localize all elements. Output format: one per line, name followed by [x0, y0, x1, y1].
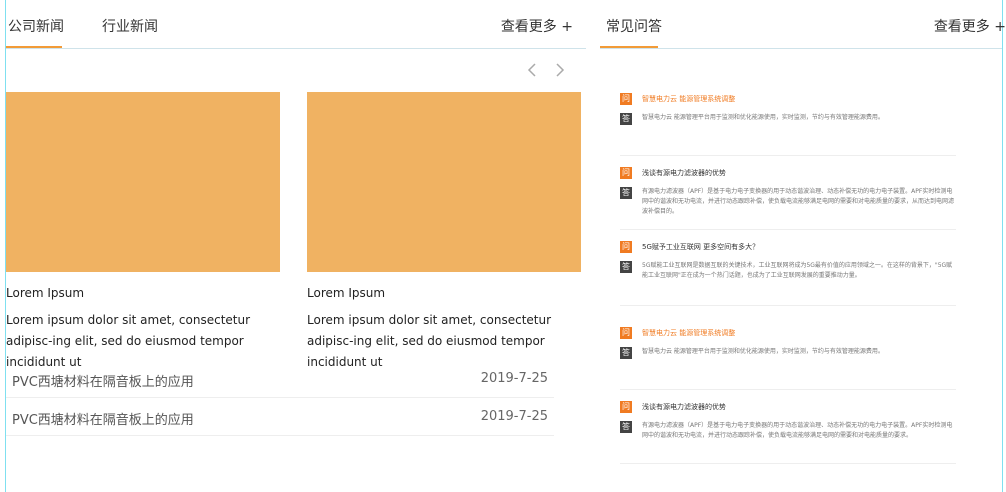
news-card-image[interactable] [6, 92, 280, 272]
active-tab-indicator [6, 46, 62, 48]
faq-answer: 智慧电力云 能源管理平台用于监测和优化能源使用，实时监测，节约与有效管理能源费用… [642, 348, 884, 355]
faq-question-row[interactable]: 问 智慧电力云 能源管理系统调整 [620, 93, 956, 105]
question-badge: 问 [620, 327, 632, 339]
answer-badge: 答 [620, 113, 632, 125]
carousel-controls [524, 62, 574, 80]
tab-company-news[interactable]: 公司新闻 [8, 16, 64, 36]
faq-question-row[interactable]: 问 智慧电力云 能源管理系统调整 [620, 327, 956, 339]
news-card-image[interactable] [307, 92, 581, 272]
faq-answer: 有源电力滤波器（APF）是基于电力电子变换器的用于动态谐波治理、动态补偿无功的电… [642, 422, 953, 439]
faq-item: 问 智慧电力云 能源管理系统调整 答 智慧电力云 能源管理平台用于监测和优化能源… [620, 327, 956, 390]
chevron-left-icon[interactable] [524, 62, 540, 78]
faq-answer-row: 答 有源电力滤波器（APF）是基于电力电子变换器的用于动态谐波治理、动态补偿无功… [620, 421, 956, 441]
faq-more-link[interactable]: 查看更多 + [934, 16, 1006, 36]
faq-answer: 5G赋能工业互联网是数据互联的关键技术，工业互联网将成为5G最有价值的应用领域之… [642, 262, 953, 279]
news-card[interactable]: Lorem Ipsum Lorem ipsum dolor sit amet, … [6, 92, 280, 373]
right-frame-line [1002, 0, 1003, 492]
faq-question-row[interactable]: 问 浅谈有源电力滤波器的优势 [620, 167, 956, 179]
faq-item: 问 智慧电力云 能源管理系统调整 答 智慧电力云 能源管理平台用于监测和优化能源… [620, 93, 956, 156]
faq-item: 问 浅谈有源电力滤波器的优势 答 有源电力滤波器（APF）是基于电力电子变换器的… [620, 167, 956, 230]
faq-answer: 有源电力滤波器（APF）是基于电力电子变换器的用于动态谐波治理、动态补偿无功的电… [642, 188, 955, 215]
chevron-right-icon[interactable] [552, 62, 568, 78]
faq-question[interactable]: 智慧电力云 能源管理系统调整 [642, 93, 956, 105]
faq-question[interactable]: 智慧电力云 能源管理系统调整 [642, 327, 956, 339]
news-list-item[interactable]: PVC西塘材料在隔音板上的应用 2019-7-25 [6, 397, 554, 436]
faq-question-row[interactable]: 问 5G赋予工业互联网 更多空间有多大？ [620, 241, 956, 253]
faq-title-indicator [600, 46, 658, 48]
news-more-link[interactable]: 查看更多 + [501, 16, 573, 36]
faq-question[interactable]: 浅谈有源电力滤波器的优势 [642, 401, 956, 413]
faq-item: 问 浅谈有源电力滤波器的优势 答 有源电力滤波器（APF）是基于电力电子变换器的… [620, 401, 956, 464]
answer-badge: 答 [620, 347, 632, 359]
question-badge: 问 [620, 93, 632, 105]
faq-answer-row: 答 智慧电力云 能源管理平台用于监测和优化能源使用，实时监测，节约与有效管理能源… [620, 113, 956, 125]
faq-panel: 常见问答 查看更多 + 问 智慧电力云 能源管理系统调整 答 智慧电力云 能源管… [600, 0, 1006, 492]
faq-question-row[interactable]: 问 浅谈有源电力滤波器的优势 [620, 401, 956, 413]
news-tab-bar: 公司新闻 行业新闻 查看更多 + [6, 0, 586, 49]
news-panel: 公司新闻 行业新闻 查看更多 + Lorem Ipsum Lorem ipsum… [6, 0, 586, 492]
faq-answer-row: 答 智慧电力云 能源管理平台用于监测和优化能源使用，实时监测，节约与有效管理能源… [620, 347, 956, 359]
faq-question[interactable]: 浅谈有源电力滤波器的优势 [642, 167, 956, 179]
faq-header: 常见问答 查看更多 + [600, 0, 1006, 49]
news-item-date: 2019-7-25 [480, 409, 548, 424]
faq-question[interactable]: 5G赋予工业互联网 更多空间有多大？ [642, 241, 956, 253]
news-item-date: 2019-7-25 [480, 371, 548, 386]
news-list-item[interactable]: PVC西塘材料在隔音板上的应用 2019-7-25 [6, 359, 554, 398]
tab-industry-news[interactable]: 行业新闻 [102, 16, 158, 36]
answer-badge: 答 [620, 187, 632, 199]
question-badge: 问 [620, 167, 632, 179]
news-card[interactable]: Lorem Ipsum Lorem ipsum dolor sit amet, … [307, 92, 581, 373]
question-badge: 问 [620, 241, 632, 253]
faq-answer-row: 答 5G赋能工业互联网是数据互联的关键技术，工业互联网将成为5G最有价值的应用领… [620, 261, 956, 281]
question-badge: 问 [620, 401, 632, 413]
answer-badge: 答 [620, 261, 632, 273]
faq-answer-row: 答 有源电力滤波器（APF）是基于电力电子变换器的用于动态谐波治理、动态补偿无功… [620, 187, 956, 217]
news-item-title[interactable]: PVC西塘材料在隔音板上的应用 [12, 409, 194, 428]
answer-badge: 答 [620, 421, 632, 433]
news-item-title[interactable]: PVC西塘材料在隔音板上的应用 [12, 371, 194, 390]
faq-title: 常见问答 [606, 19, 662, 35]
faq-answer: 智慧电力云 能源管理平台用于监测和优化能源使用，实时监测，节约与有效管理能源费用… [642, 114, 884, 121]
faq-item: 问 5G赋予工业互联网 更多空间有多大？ 答 5G赋能工业互联网是数据互联的关键… [620, 241, 956, 306]
news-card-title[interactable]: Lorem Ipsum [307, 286, 581, 302]
news-card-title[interactable]: Lorem Ipsum [6, 286, 280, 302]
